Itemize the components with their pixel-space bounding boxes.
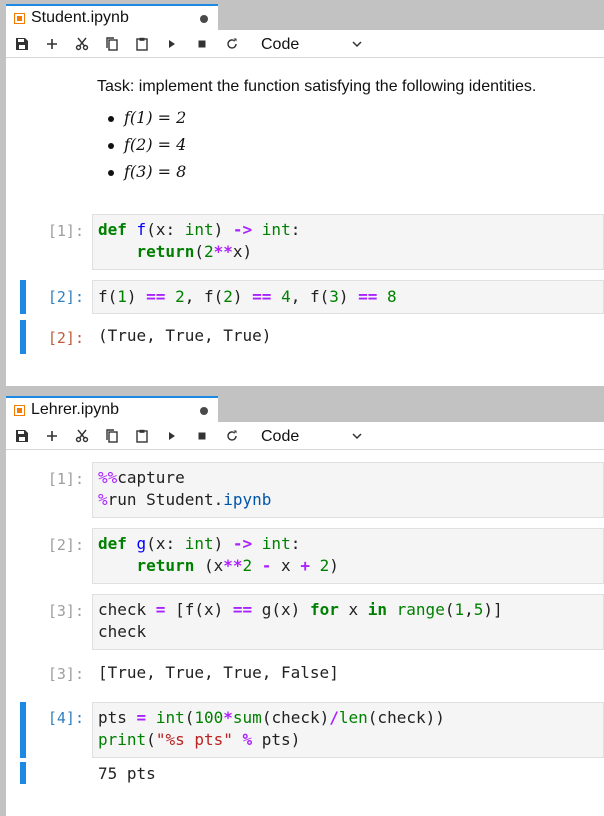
- code-line-1: pts = int(100*sum(check)/len(check)): [98, 708, 445, 727]
- student-notebook-panel: Student.ipynb Code Task: implement the f…: [6, 0, 604, 386]
- notebook-file-icon: [14, 13, 25, 24]
- task-text: Task: implement the function satisfying …: [97, 78, 537, 95]
- input-prompt: [1]:: [47, 470, 84, 488]
- code-cell-input[interactable]: %%capture %run Student.ipynb: [92, 462, 604, 518]
- cell-type-select[interactable]: Code: [261, 36, 299, 54]
- identity-item: f(1) = 2: [97, 108, 536, 135]
- kernel-status-dot: [200, 407, 208, 415]
- copy-button[interactable]: [102, 426, 122, 446]
- code-cell-input[interactable]: def f(x: int) -> int: return(2**x): [92, 214, 604, 270]
- identity-item: f(2) = 4: [97, 135, 536, 162]
- copy-icon: [106, 37, 118, 51]
- identity-item: f(3) = 8: [97, 162, 536, 189]
- stop-button[interactable]: [192, 34, 212, 54]
- identity-list: f(1) = 2 f(2) = 4 f(3) = 8: [97, 108, 536, 189]
- markdown-cell[interactable]: Task: implement the function satisfying …: [97, 78, 536, 189]
- cut-icon: [75, 37, 89, 51]
- cut-icon: [75, 429, 89, 443]
- restart-button[interactable]: [222, 34, 242, 54]
- notebook-content: [1]: %%capture %run Student.ipynb [2]: d…: [6, 450, 604, 816]
- cell-output: [True, True, True, False]: [98, 663, 339, 682]
- output-prompt: [2]:: [47, 329, 84, 347]
- output-bar: [20, 762, 26, 784]
- code-line-1: def f(x: int) -> int:: [98, 220, 301, 239]
- input-prompt: [2]:: [47, 288, 84, 306]
- save-button[interactable]: [12, 34, 32, 54]
- input-prompt: [1]:: [47, 222, 84, 240]
- notebook-file-icon: [14, 405, 25, 416]
- code-line-2: return(2**x): [136, 242, 253, 261]
- code-line-2: %run Student.ipynb: [98, 490, 272, 509]
- save-button[interactable]: [12, 426, 32, 446]
- run-icon: [169, 40, 175, 48]
- add-icon: [47, 39, 57, 49]
- copy-button[interactable]: [102, 34, 122, 54]
- stop-icon: [198, 432, 206, 440]
- tab-label: Lehrer.ipynb: [31, 401, 120, 418]
- add-icon: [47, 431, 57, 441]
- cell-output: 75 pts: [98, 764, 156, 783]
- add-cell-button[interactable]: [42, 426, 62, 446]
- paste-icon: [136, 37, 148, 51]
- chevron-down-icon[interactable]: [351, 38, 363, 50]
- restart-button[interactable]: [222, 426, 242, 446]
- kernel-status-dot: [200, 15, 208, 23]
- restart-icon: [227, 38, 237, 49]
- cell-type-select[interactable]: Code: [261, 428, 299, 446]
- code-line-1: def g(x: int) -> int:: [98, 534, 301, 553]
- tab-student-ipynb[interactable]: Student.ipynb: [6, 4, 218, 30]
- code-line-1: f(1) == 2, f(2) == 4, f(3) == 8: [98, 287, 397, 306]
- notebook-content: Task: implement the function satisfying …: [6, 58, 604, 386]
- paste-button[interactable]: [132, 34, 152, 54]
- code-line-1: check = [f(x) == g(x) for x in range(1,5…: [98, 600, 503, 619]
- tab-bar: Student.ipynb: [6, 0, 604, 30]
- paste-button[interactable]: [132, 426, 152, 446]
- run-icon: [169, 432, 175, 440]
- input-prompt: [3]:: [47, 602, 84, 620]
- code-cell-input[interactable]: check = [f(x) == g(x) for x in range(1,5…: [92, 594, 604, 650]
- cut-button[interactable]: [72, 34, 92, 54]
- save-icon: [16, 38, 28, 50]
- paste-icon: [136, 429, 148, 443]
- code-line-2: return (x**2 - x + 2): [136, 556, 339, 575]
- tab-label: Student.ipynb: [31, 9, 129, 26]
- stop-icon: [198, 40, 206, 48]
- lehrer-notebook-panel: Lehrer.ipynb Code [1]: %%capture %run St…: [6, 392, 604, 816]
- run-button[interactable]: [162, 34, 182, 54]
- notebook-toolbar: Code: [6, 422, 604, 450]
- input-prompt: [2]:: [47, 536, 84, 554]
- restart-icon: [227, 430, 237, 441]
- save-icon: [16, 430, 28, 442]
- tab-bar: Lehrer.ipynb: [6, 392, 604, 422]
- run-button[interactable]: [162, 426, 182, 446]
- input-prompt: [4]:: [47, 709, 84, 727]
- code-cell-input[interactable]: def g(x: int) -> int: return (x**2 - x +…: [92, 528, 604, 584]
- copy-icon: [106, 429, 118, 443]
- notebook-toolbar: Code: [6, 30, 604, 58]
- code-line-2: check: [98, 622, 147, 641]
- stop-button[interactable]: [192, 426, 212, 446]
- code-cell-input[interactable]: pts = int(100*sum(check)/len(check)) pri…: [92, 702, 604, 758]
- code-cell-input[interactable]: f(1) == 2, f(2) == 4, f(3) == 8: [92, 280, 604, 314]
- code-line-1: %%capture: [98, 468, 185, 487]
- tab-lehrer-ipynb[interactable]: Lehrer.ipynb: [6, 396, 218, 422]
- code-line-2: print("%s pts" % pts): [98, 730, 301, 749]
- cell-output: (True, True, True): [98, 326, 272, 345]
- cut-button[interactable]: [72, 426, 92, 446]
- output-prompt: [3]:: [47, 665, 84, 683]
- add-cell-button[interactable]: [42, 34, 62, 54]
- chevron-down-icon[interactable]: [351, 430, 363, 442]
